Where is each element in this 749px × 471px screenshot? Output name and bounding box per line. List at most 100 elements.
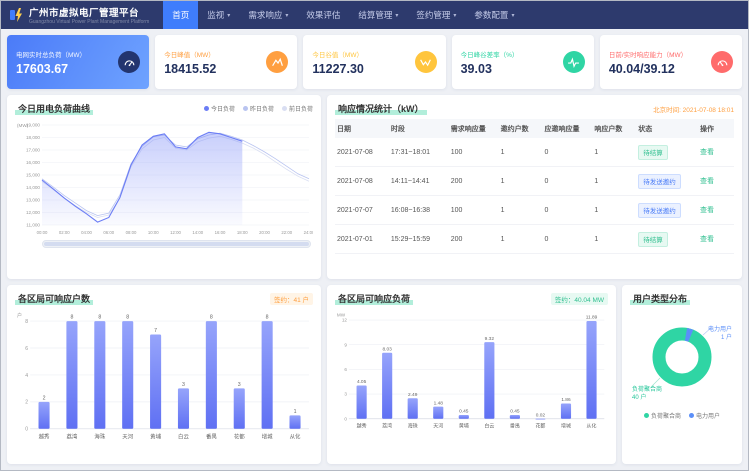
user-type-title: 用户类型分布 (630, 292, 690, 305)
svg-text:户: 户 (17, 312, 22, 319)
view-link[interactable]: 查看 (700, 236, 714, 243)
chart-zoom-handle[interactable] (44, 242, 309, 246)
svg-text:14,000: 14,000 (26, 185, 40, 190)
kpi-card-3: 今日峰谷差率（%） 39.03 (452, 35, 594, 89)
nav-item-label: 监视 (207, 9, 224, 21)
nav-item-label: 签约管理 (416, 9, 450, 21)
svg-text:2.49: 2.49 (408, 392, 418, 398)
svg-text:16:00: 16:00 (215, 230, 226, 235)
svg-text:荔湾: 荔湾 (67, 432, 78, 440)
kpi-label: 今日峰谷差率（%） (461, 49, 519, 59)
legend-dot-icon (282, 106, 287, 111)
legend-item[interactable]: 电力用户 (689, 411, 720, 420)
view-link[interactable]: 查看 (700, 149, 714, 156)
svg-text:00:00: 00:00 (37, 230, 48, 235)
load-curve-chart[interactable]: (MW)11,00012,00013,00014,00015,00016,000… (15, 119, 313, 237)
table-header-row: 日期时段需求响应量邀约户数应邀响应量响应户数状态操作 (335, 119, 734, 138)
app-logo-icon (9, 7, 25, 23)
nav-item-demand-response[interactable]: 需求响应▾ (239, 1, 297, 29)
svg-text:9.32: 9.32 (485, 336, 495, 342)
svg-text:3: 3 (238, 382, 241, 388)
svg-text:番禺: 番禺 (206, 433, 217, 440)
svg-text:18,000: 18,000 (26, 135, 40, 140)
valley-icon (415, 51, 437, 73)
svg-text:天河: 天河 (122, 432, 133, 440)
svg-text:番禺: 番禺 (510, 423, 520, 430)
svg-text:增城: 增城 (561, 423, 571, 430)
nav-item-monitor[interactable]: 监视▾ (198, 1, 239, 29)
nav-item-contract[interactable]: 签约管理▾ (407, 1, 465, 29)
district-households-chart[interactable]: 户024682越秀8荔湾8海珠8天河7黄埔3白云8番禺3花都8增城1从化 (15, 309, 313, 442)
svg-text:黄埔: 黄埔 (150, 432, 161, 440)
svg-text:24:00: 24:00 (304, 230, 313, 235)
table-row: 2021-07-0115:29~15:59200101待结算查看 (335, 225, 734, 254)
svg-text:8.03: 8.03 (383, 346, 393, 352)
svg-text:白云: 白云 (484, 423, 494, 430)
svg-text:7: 7 (154, 328, 157, 334)
svg-text:18:00: 18:00 (237, 230, 248, 235)
nav-item-label: 首页 (172, 9, 189, 21)
svg-text:8: 8 (210, 315, 213, 321)
user-type-legend: 负荷聚合商电力用户 (630, 411, 734, 420)
bottom-row: 各区局可响应户数 签约：41 户 户024682越秀8荔湾8海珠8天河7黄埔3白… (7, 285, 742, 464)
svg-text:17,000: 17,000 (26, 148, 40, 153)
kpi-value: 17603.67 (16, 62, 86, 76)
svg-text:荔湾: 荔湾 (382, 423, 392, 430)
legend-item[interactable]: 昨日负荷 (243, 104, 274, 113)
svg-text:12: 12 (342, 318, 348, 323)
status-badge: 待结算 (638, 232, 668, 247)
svg-text:越秀: 越秀 (357, 423, 367, 430)
view-link[interactable]: 查看 (700, 178, 714, 185)
app-window: 广州市虚拟电厂管理平台 Guangzhou Virtual Power Plan… (0, 0, 749, 471)
svg-text:13,000: 13,000 (26, 198, 40, 203)
svg-text:15,000: 15,000 (26, 173, 40, 178)
svg-text:增城: 增城 (262, 432, 273, 440)
pulse-icon (563, 51, 585, 73)
nav-item-params[interactable]: 参数配置▾ (465, 1, 523, 29)
svg-text:从化: 从化 (587, 423, 597, 430)
svg-text:22:00: 22:00 (281, 230, 292, 235)
district-load-chart[interactable]: MW0369124.05越秀8.03荔湾2.49海珠1.48天河0.45黄埔9.… (335, 309, 608, 431)
svg-text:19,000: 19,000 (26, 123, 40, 128)
legend-dot-icon (204, 106, 209, 111)
kpi-card-0: 电网实时总负荷（MW）17603.67 (7, 35, 149, 89)
status-badge: 待结算 (638, 145, 668, 160)
svg-text:4.05: 4.05 (357, 379, 367, 385)
load-curve-title: 今日用电负荷曲线 (15, 102, 93, 115)
chart-zoom-slider[interactable] (42, 240, 311, 248)
nav-item-home[interactable]: 首页 (163, 1, 198, 29)
nav-item-settlement[interactable]: 结算管理▾ (349, 1, 407, 29)
legend-item[interactable]: 负荷聚合商 (644, 411, 681, 420)
district-households-panel: 各区局可响应户数 签约：41 户 户024682越秀8荔湾8海珠8天河7黄埔3白… (7, 285, 321, 464)
legend-item[interactable]: 今日负荷 (204, 104, 235, 113)
chevron-down-icon: ▾ (285, 12, 288, 19)
column-header: 日期 (335, 119, 389, 138)
svg-text:2: 2 (25, 400, 28, 406)
middle-row: 今日用电负荷曲线 今日负荷昨日负荷前日负荷 (MW)11,00012,00013… (7, 95, 742, 279)
view-link[interactable]: 查看 (700, 207, 714, 214)
kpi-label: 今日谷值（MW） (312, 49, 363, 59)
svg-text:3: 3 (182, 382, 185, 388)
svg-text:2: 2 (43, 395, 46, 401)
svg-text:04:00: 04:00 (81, 230, 92, 235)
chevron-down-icon: ▾ (395, 12, 398, 19)
svg-text:花都: 花都 (234, 432, 245, 440)
main-nav: 首页监视▾需求响应▾效果评估结算管理▾签约管理▾参数配置▾ (163, 1, 523, 29)
response-table: 日期时段需求响应量邀约户数应邀响应量响应户数状态操作 2021-07-0817:… (335, 119, 734, 254)
kpi-value: 39.03 (461, 62, 519, 76)
chevron-down-icon: ▾ (453, 12, 456, 19)
power-user-callout: 电力用户1 户 (708, 327, 732, 343)
svg-text:MW: MW (337, 312, 346, 317)
legend-item[interactable]: 前日负荷 (282, 104, 313, 113)
load-total-badge: 签约：40.04 MW (551, 293, 608, 305)
status-badge: 待发送邀约 (638, 203, 681, 218)
user-type-panel: 用户类型分布 电力用户1 户 负荷聚合商40 户 负荷聚合商电力用户 (622, 285, 742, 464)
nav-item-effect-eval[interactable]: 效果评估 (297, 1, 349, 29)
column-header: 时段 (389, 119, 449, 138)
svg-text:3: 3 (344, 392, 347, 397)
response-stats-title: 响应情况统计（kW） (335, 102, 427, 115)
table-row: 2021-07-0716:08~16:38100101待发送邀约查看 (335, 196, 734, 225)
column-header: 邀约户数 (499, 119, 543, 138)
dashboard-content: 电网实时总负荷（MW）17603.67今日峰值（MW）18415.52今日谷值（… (1, 29, 748, 470)
table-row: 2021-07-0814:11~14:41200101待发送邀约查看 (335, 167, 734, 196)
